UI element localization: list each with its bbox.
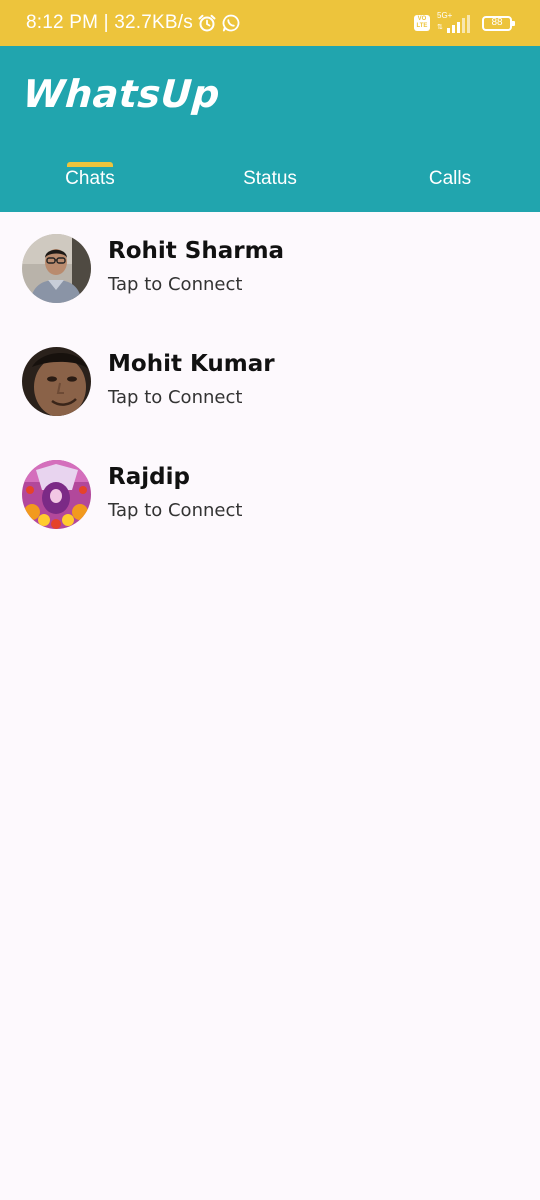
avatar[interactable] <box>22 460 91 529</box>
volte-text: VO LTE <box>416 16 428 29</box>
data-arrows-icon: ⇅ <box>437 24 443 31</box>
status-right: VO LTE 5G+ ⇅ 88 <box>414 0 515 46</box>
tab-calls[interactable]: Calls <box>360 158 540 212</box>
active-tab-indicator <box>67 162 113 167</box>
chat-item-rajdip[interactable]: Rajdip Tap to Connect <box>0 438 540 551</box>
status-separator: | <box>98 12 115 33</box>
contact-name: Rajdip <box>108 464 190 490</box>
chat-subtitle: Tap to Connect <box>108 387 243 408</box>
app-bar: WhatsUp Chats Status Calls <box>0 46 540 212</box>
chat-item-mohit-kumar[interactable]: Mohit Kumar Tap to Connect <box>0 325 540 438</box>
avatar[interactable] <box>22 234 91 303</box>
contact-name: Rohit Sharma <box>108 238 285 264</box>
signal-icon: 5G+ ⇅ <box>436 11 470 34</box>
chat-list: Rohit Sharma Tap to Connect Mohit Kumar … <box>0 212 540 551</box>
app-title: WhatsUp <box>21 72 222 116</box>
battery-level: 88 <box>491 17 503 28</box>
contact-name: Mohit Kumar <box>108 351 275 377</box>
chat-subtitle: Tap to Connect <box>108 274 243 295</box>
whatsapp-icon <box>221 13 241 33</box>
network-speed: 32.7KB/s <box>114 12 193 33</box>
avatar[interactable] <box>22 347 91 416</box>
status-time: 8:12 PM <box>26 12 99 33</box>
chat-item-rohit-sharma[interactable]: Rohit Sharma Tap to Connect <box>0 212 540 325</box>
volte-icon: VO LTE <box>414 15 430 31</box>
tab-status[interactable]: Status <box>180 158 360 212</box>
status-bar: 8:12 PM | 32.7KB/s VO LTE 5G+ ⇅ 88 <box>0 0 540 46</box>
battery-icon: 88 <box>482 15 515 31</box>
alarm-icon <box>197 13 217 33</box>
chat-subtitle: Tap to Connect <box>108 500 243 521</box>
status-left: 8:12 PM | 32.7KB/s <box>26 0 241 46</box>
